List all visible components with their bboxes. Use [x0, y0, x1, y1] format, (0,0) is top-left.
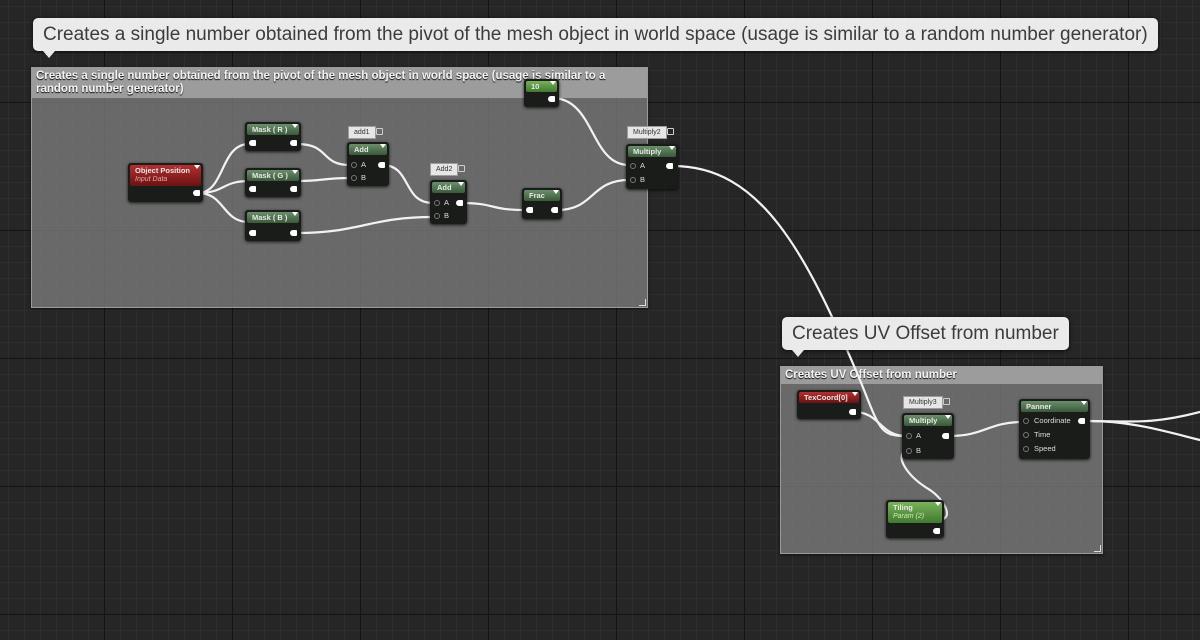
chevron-down-icon[interactable] — [669, 146, 675, 150]
chevron-down-icon[interactable] — [1081, 401, 1087, 405]
node-subtitle: Input Data — [135, 176, 168, 183]
node-tag[interactable]: Multiply3 — [903, 396, 950, 409]
mask-g-node[interactable]: Mask ( G ) — [245, 168, 301, 197]
pin-label: Time — [1034, 430, 1051, 439]
node-title: Object Position — [135, 166, 191, 175]
texcoord-node[interactable]: TexCoord[0] — [797, 390, 861, 419]
pin-icon[interactable] — [942, 398, 950, 405]
node-tag[interactable]: Multiply2 — [627, 126, 674, 139]
output-pin[interactable] — [548, 96, 555, 102]
chevron-down-icon[interactable] — [292, 212, 298, 216]
pin-label: B — [916, 446, 922, 455]
node-title: Tiling — [893, 503, 913, 512]
output-pin[interactable] — [193, 190, 200, 196]
chevron-down-icon[interactable] — [935, 502, 941, 506]
tag-label: Multiply2 — [633, 129, 661, 136]
multiply2-node[interactable]: Multiply A B — [626, 144, 678, 189]
resize-grip[interactable] — [639, 299, 646, 306]
pin-label: A — [444, 198, 450, 207]
output-pin[interactable] — [666, 163, 673, 169]
input-pin[interactable] — [906, 433, 912, 439]
pin-label: B — [361, 173, 367, 182]
comment-bubble[interactable]: Creates UV Offset from number — [782, 317, 1069, 357]
input-pin[interactable] — [434, 200, 440, 206]
output-pin[interactable] — [290, 140, 297, 146]
chevron-down-icon[interactable] — [292, 170, 298, 174]
panner-node[interactable]: Panner Coordinate Time Speed — [1019, 399, 1090, 459]
input-pin[interactable] — [1023, 446, 1029, 452]
chevron-down-icon[interactable] — [380, 144, 386, 148]
node-title: Panner — [1021, 401, 1088, 412]
output-pin[interactable] — [933, 528, 940, 534]
pin-label: Coordinate — [1034, 416, 1071, 425]
output-pin[interactable] — [290, 186, 297, 192]
input-pin[interactable] — [906, 448, 912, 454]
tag-label: Multiply3 — [909, 399, 937, 406]
input-pin[interactable] — [630, 163, 636, 169]
output-pin[interactable] — [249, 186, 256, 192]
chevron-down-icon[interactable] — [194, 165, 200, 169]
output-pin[interactable] — [942, 433, 949, 439]
pin-label: A — [361, 160, 367, 169]
output-pin[interactable] — [849, 409, 856, 415]
add1-node[interactable]: Add A B — [347, 142, 389, 186]
input-pin[interactable] — [1023, 418, 1029, 424]
chevron-down-icon[interactable] — [945, 415, 951, 419]
input-pin[interactable] — [1023, 432, 1029, 438]
output-pin[interactable] — [249, 230, 256, 236]
node-tag[interactable]: add1 — [348, 126, 383, 139]
input-pin[interactable] — [630, 177, 636, 183]
comment-bubble[interactable]: Creates a single number obtained from th… — [33, 18, 1158, 58]
output-pin[interactable] — [378, 162, 385, 168]
pin-label: A — [640, 161, 646, 170]
pin-label: B — [444, 211, 450, 220]
pin-label: A — [916, 431, 922, 440]
mask-b-node[interactable]: Mask ( B ) — [245, 210, 301, 241]
input-pin[interactable] — [351, 175, 357, 181]
input-pin[interactable] — [351, 162, 357, 168]
output-pin[interactable] — [1078, 418, 1085, 424]
wire — [1086, 419, 1200, 442]
chevron-down-icon[interactable] — [458, 182, 464, 186]
mask-r-node[interactable]: Mask ( R ) — [245, 122, 301, 151]
resize-grip[interactable] — [1094, 545, 1101, 552]
pin-label: B — [640, 175, 646, 184]
object-position-node[interactable]: Object Position Input Data — [128, 163, 203, 202]
chevron-down-icon[interactable] — [292, 124, 298, 128]
add2-node[interactable]: Add A B — [430, 180, 467, 224]
node-tag[interactable]: Add2 — [430, 163, 466, 176]
multiply3-node[interactable]: Multiply A B — [902, 413, 954, 459]
output-pin[interactable] — [551, 207, 558, 213]
pin-label: Speed — [1034, 444, 1056, 453]
output-pin[interactable] — [456, 200, 463, 206]
output-pin[interactable] — [290, 230, 297, 236]
chevron-down-icon[interactable] — [852, 392, 858, 396]
tiling-node[interactable]: Tiling Param (2) — [886, 500, 944, 538]
tag-label: add1 — [354, 129, 370, 136]
output-pin[interactable] — [526, 207, 533, 213]
pin-icon[interactable] — [375, 128, 383, 135]
pin-icon[interactable] — [458, 165, 466, 172]
comment-box-title[interactable]: Creates UV Offset from number — [781, 367, 1102, 384]
node-subtitle: Param (2) — [893, 513, 925, 520]
constant-10-node[interactable]: 10 — [524, 79, 559, 107]
input-pin[interactable] — [434, 213, 440, 219]
tag-label: Add2 — [436, 166, 453, 173]
output-pin[interactable] — [249, 140, 256, 146]
frac-node[interactable]: Frac — [522, 188, 562, 219]
pin-icon[interactable] — [666, 128, 674, 135]
chevron-down-icon[interactable] — [550, 81, 556, 85]
chevron-down-icon[interactable] — [553, 190, 559, 194]
node-title: TexCoord[0] — [799, 392, 859, 403]
wire — [1086, 410, 1200, 423]
